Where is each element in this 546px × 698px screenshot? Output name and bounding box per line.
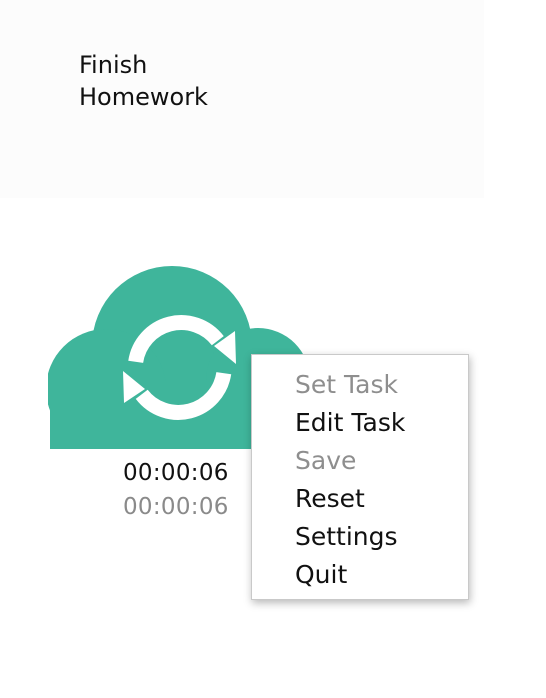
menu-item-reset[interactable]: Reset	[252, 480, 468, 518]
menu-item-save: Save	[295, 446, 357, 475]
context-menu: Set Task Edit Task Save Reset Settings Q…	[251, 354, 469, 600]
total-timer: 00:00:06	[123, 494, 229, 520]
task-title: Finish Homework	[79, 51, 208, 111]
menu-item-quit[interactable]: Quit	[252, 556, 468, 594]
menu-item-edit-task[interactable]: Edit Task	[252, 404, 468, 442]
menu-item-settings[interactable]: Settings	[252, 518, 468, 556]
elapsed-timer: 00:00:06	[123, 460, 229, 486]
task-panel: Finish Homework	[0, 0, 484, 198]
menu-item-set-task: Set Task	[295, 370, 398, 399]
app-window: Finish Homework 00:00:06 00:00:06 Set Ta…	[0, 0, 546, 698]
